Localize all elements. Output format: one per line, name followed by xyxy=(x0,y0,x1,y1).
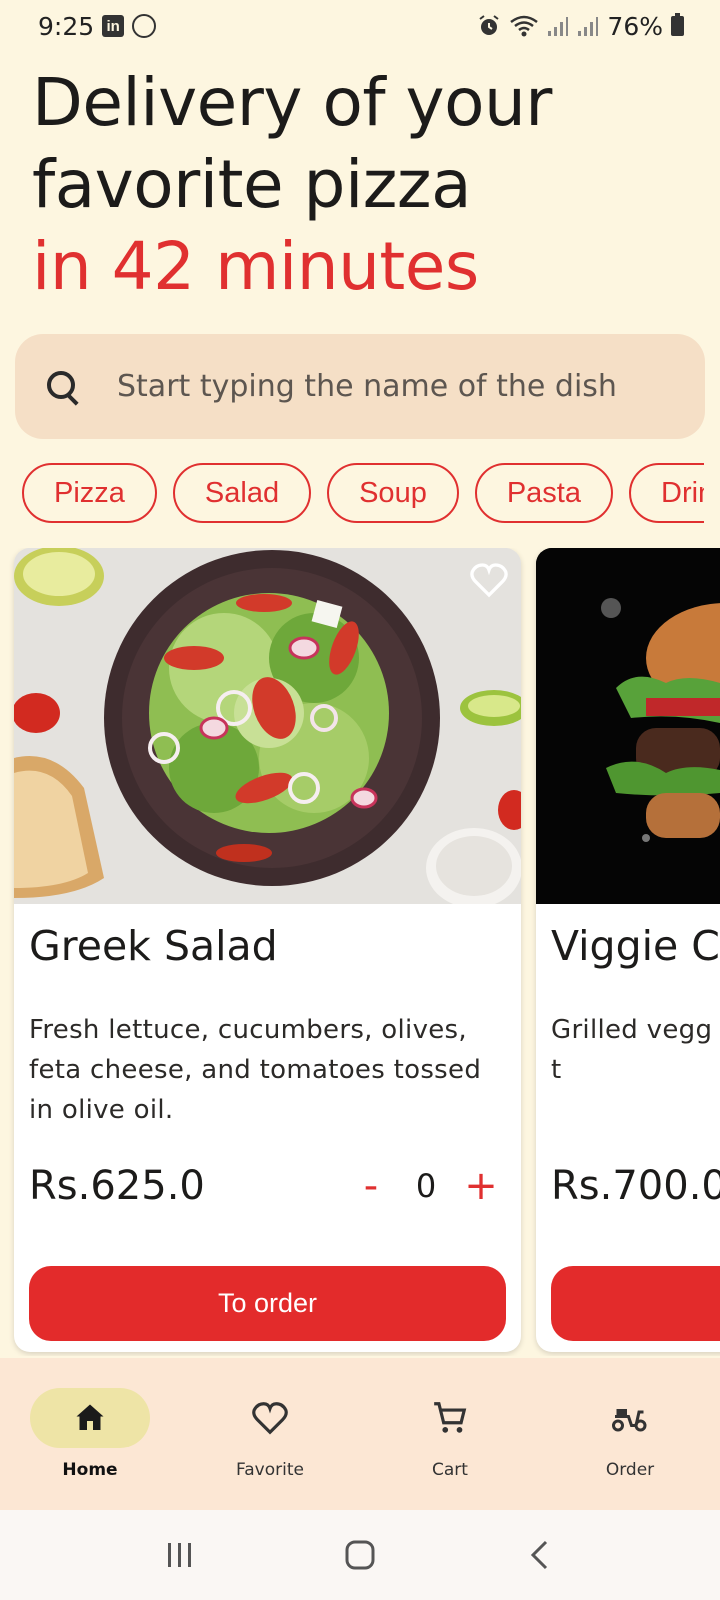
chip-pizza[interactable]: Pizza xyxy=(22,463,157,523)
nav-label-home: Home xyxy=(62,1460,118,1480)
product-image xyxy=(14,548,521,904)
chip-drinks[interactable]: Drin xyxy=(629,463,704,523)
quantity-increase-button[interactable]: + xyxy=(456,1163,506,1209)
nav-active-indicator xyxy=(30,1388,150,1448)
headline-delivery-time: in 42 minutes xyxy=(32,228,479,305)
product-image xyxy=(536,548,720,904)
favorite-heart-icon[interactable] xyxy=(469,560,509,600)
nav-label-cart: Cart xyxy=(432,1460,468,1480)
product-price: Rs.700.0 xyxy=(551,1163,720,1209)
salad-illustration xyxy=(14,548,521,904)
product-title: Greek Salad xyxy=(29,922,278,970)
scooter-icon xyxy=(612,1409,647,1432)
search-bar[interactable] xyxy=(15,334,705,439)
search-icon xyxy=(43,367,83,407)
battery-icon xyxy=(671,13,684,36)
back-icon[interactable] xyxy=(524,1539,556,1571)
status-time: 9:25 xyxy=(38,11,95,41)
nav-label-favorite: Favorite xyxy=(236,1460,304,1480)
signal-icon xyxy=(548,17,569,36)
product-carousel[interactable]: Greek Salad Fresh lettuce, cucumbers, ol… xyxy=(0,548,720,1356)
alarm-icon xyxy=(479,15,500,35)
product-card[interactable]: Greek Salad Fresh lettuce, cucumbers, ol… xyxy=(14,548,521,1352)
headline-line-2: favorite pizza xyxy=(32,146,472,223)
to-order-button[interactable]: To order xyxy=(29,1266,506,1341)
nav-item-favorite[interactable]: Favorite xyxy=(180,1358,360,1510)
headline: Delivery of your favorite pizza in 42 mi… xyxy=(32,62,692,308)
price-row: Rs.625.0 - 0 + xyxy=(29,1156,506,1216)
to-order-button[interactable] xyxy=(551,1266,720,1341)
nav-item-order[interactable]: Order xyxy=(540,1358,720,1510)
product-card-body: Viggie C Grilled vegg lettuce, tom sauce… xyxy=(536,922,720,1341)
product-price: Rs.625.0 xyxy=(29,1163,205,1209)
whatsapp-icon xyxy=(132,14,157,38)
nav-icon-wrap xyxy=(390,1388,510,1448)
chip-salad[interactable]: Salad xyxy=(172,463,312,523)
recent-apps-icon[interactable] xyxy=(164,1539,196,1571)
cart-icon xyxy=(434,1402,467,1433)
product-card[interactable]: Viggie C Grilled vegg lettuce, tom sauce… xyxy=(536,548,720,1352)
bottom-navigation: Home Favorite Cart Order xyxy=(0,1358,720,1510)
search-input[interactable] xyxy=(117,369,677,404)
system-navigation-bar xyxy=(0,1510,720,1600)
wifi-icon xyxy=(510,15,539,37)
status-bar: 9:25 in 76% xyxy=(0,0,720,52)
status-right: 76% xyxy=(477,12,684,41)
nav-icon-wrap xyxy=(210,1388,330,1448)
battery-percent: 76% xyxy=(607,11,663,41)
chip-soup[interactable]: Soup xyxy=(327,463,459,523)
quantity-decrease-button[interactable]: - xyxy=(346,1163,396,1209)
linkedin-icon: in xyxy=(102,15,125,37)
burger-illustration xyxy=(536,548,720,904)
quantity-value: 0 xyxy=(415,1167,437,1205)
product-card-body: Greek Salad Fresh lettuce, cucumbers, ol… xyxy=(14,922,521,1341)
nav-item-cart[interactable]: Cart xyxy=(360,1358,540,1510)
product-description: Grilled vegg lettuce, tom sauce in a t xyxy=(551,1015,720,1085)
status-left: 9:25 in xyxy=(38,11,157,41)
headline-line-1: Delivery of your xyxy=(32,64,552,141)
home-icon xyxy=(76,1404,104,1430)
price-row: Rs.700.0 xyxy=(551,1156,720,1216)
product-description: Fresh lettuce, cucumbers, olives, feta c… xyxy=(29,1015,482,1125)
nav-label-order: Order xyxy=(605,1460,655,1480)
product-title: Viggie C xyxy=(551,922,720,970)
signal-icon xyxy=(578,17,599,36)
category-chips: Pizza Salad Soup Pasta Drin xyxy=(22,463,704,525)
nav-icon-wrap xyxy=(570,1388,690,1448)
nav-item-home[interactable]: Home xyxy=(0,1358,180,1510)
chip-pasta[interactable]: Pasta xyxy=(474,463,613,523)
heart-icon xyxy=(252,1402,288,1435)
home-button-icon[interactable] xyxy=(344,1539,376,1571)
